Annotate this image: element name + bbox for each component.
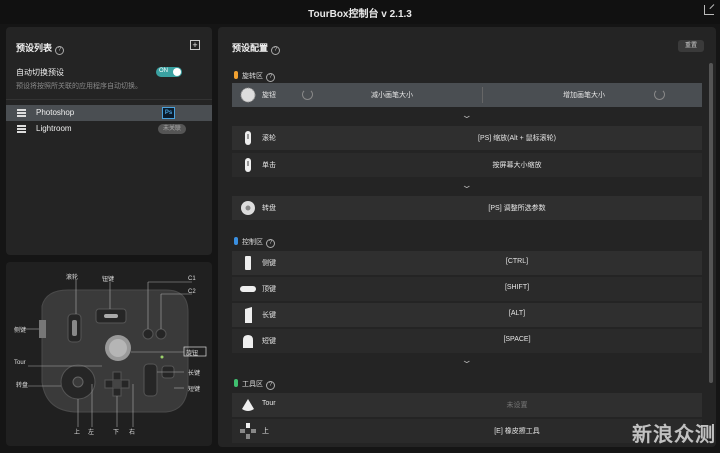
row-label: 顶键 (262, 286, 276, 293)
row-label: 滚轮 (262, 135, 276, 142)
expand-chevron-icon[interactable]: ⌄ (232, 111, 702, 121)
help-icon[interactable]: ? (266, 381, 275, 390)
knob-icon (240, 87, 256, 103)
label-down: 下 (113, 430, 120, 436)
label-short-key: 短键 (188, 387, 201, 393)
row-value[interactable]: [PS] 缩放(Alt + 鼠标滚轮) (332, 133, 702, 143)
row-label: 旋钮 (262, 92, 276, 99)
watermark: 新浪众测 (632, 424, 716, 446)
row-label: Tour (262, 400, 276, 407)
row-knob[interactable]: 旋钮 减小画笔大小 增加画笔大小 (232, 83, 702, 107)
toggle-knob (173, 68, 181, 76)
rotate-cw-icon (654, 89, 665, 100)
row-label: 长键 (262, 312, 276, 319)
row-value[interactable]: [ALT] (332, 310, 702, 317)
section-control: 控制区? (234, 237, 275, 248)
photoshop-app-icon: Ps (162, 107, 175, 119)
label-long-key: 长键 (188, 371, 201, 377)
short-key-icon (243, 335, 253, 348)
device-diagram-panel: 滚轮 钮键 C1 C2 侧键 Tour 转盘 旋钮 长键 短键 上 左 下 右 (6, 262, 212, 446)
dial-icon (241, 201, 255, 215)
label-right: 右 (129, 430, 136, 436)
preset-name: Photoshop (36, 108, 75, 117)
preset-config-panel: 预设配置? 重置 旋转区? 旋钮 减小画笔大小 增加画笔大小 ⌄ 滚轮 [PS]… (218, 27, 716, 447)
help-icon[interactable]: ? (266, 239, 275, 248)
auto-switch-toggle[interactable]: ON (156, 67, 182, 77)
config-title: 预设配置? (232, 41, 281, 55)
top-key-icon (240, 286, 256, 292)
preset-list-title: 预设列表? (16, 41, 65, 55)
expand-chevron-icon[interactable]: ⌄ (232, 356, 702, 366)
label-left: 左 (88, 430, 95, 436)
label-dial: 转盘 (16, 383, 29, 389)
label-top-key: 钮键 (102, 277, 115, 283)
row-label: 单击 (262, 162, 276, 169)
help-icon[interactable]: ? (55, 46, 65, 55)
exit-icon[interactable] (704, 5, 714, 15)
label-c1: C1 (188, 276, 196, 282)
section-color-dot (234, 71, 238, 79)
help-icon[interactable]: ? (271, 46, 281, 55)
row-scroll[interactable]: 滚轮 [PS] 缩放(Alt + 鼠标滚轮) (232, 126, 702, 150)
scroll-click-icon (245, 158, 251, 172)
section-color-dot (234, 237, 238, 245)
long-key-icon (245, 307, 252, 323)
toggle-label: ON (159, 68, 168, 74)
row-dial[interactable]: 转盘 [PS] 调整所选参数 (232, 196, 702, 220)
title-bar: TourBox控制台 v 2.1.3 (0, 0, 720, 24)
menu-icon[interactable] (17, 125, 26, 133)
preset-item-photoshop[interactable]: Photoshop Ps (6, 105, 212, 121)
row-tour[interactable]: Tour 未设置 (232, 393, 702, 417)
section-tools: 工具区? (234, 379, 275, 390)
row-side-key[interactable]: 侧键 [CTRL] (232, 251, 702, 275)
row-label: 短键 (262, 338, 276, 345)
row-value[interactable]: [SHIFT] (332, 284, 702, 291)
row-value[interactable]: 未设置 (332, 400, 702, 410)
row-value[interactable]: 按屏幕大小缩放 (332, 160, 702, 170)
row-label: 上 (262, 428, 269, 435)
row-value[interactable]: [PS] 调整所选参数 (332, 203, 702, 213)
preset-name: Lightroom (36, 124, 72, 133)
row-long-key[interactable]: 长键 [ALT] (232, 303, 702, 327)
dpad-icon (240, 423, 256, 439)
row-short-key[interactable]: 短键 [SPACE] (232, 329, 702, 353)
scroll-wheel-icon (245, 131, 251, 145)
row-click[interactable]: 单击 按屏幕大小缩放 (232, 153, 702, 177)
help-icon[interactable]: ? (266, 73, 275, 82)
section-rotation: 旋转区? (234, 71, 275, 82)
divider (482, 87, 483, 103)
label-knob: 旋钮 (186, 351, 199, 357)
side-key-icon (245, 256, 251, 270)
add-preset-button[interactable]: + (190, 40, 200, 50)
window-title: TourBox控制台 v 2.1.3 (308, 9, 412, 20)
divider (6, 99, 212, 100)
expand-chevron-icon[interactable]: ⌄ (232, 181, 702, 191)
preset-item-lightroom[interactable]: Lightroom 未关联 (6, 121, 212, 137)
auto-switch-description: 预设将按照所关联的应用程序自动切换。 (16, 83, 142, 90)
tour-button-icon (242, 399, 254, 411)
row-top-key[interactable]: 顶键 [SHIFT] (232, 277, 702, 301)
row-value[interactable]: [CTRL] (332, 258, 702, 265)
label-side-key: 侧键 (14, 328, 27, 334)
unlinked-badge: 未关联 (158, 124, 186, 134)
reset-button[interactable]: 重置 (678, 40, 704, 52)
auto-switch-label: 自动切换预设 (16, 68, 64, 77)
knob-left-action[interactable]: 减小画笔大小 (302, 90, 482, 100)
label-scroll: 滚轮 (66, 275, 79, 281)
menu-icon[interactable] (17, 109, 26, 117)
section-color-dot (234, 379, 238, 387)
preset-list-panel: 预设列表? + 自动切换预设 ON 预设将按照所关联的应用程序自动切换。 Pho… (6, 27, 212, 255)
label-up: 上 (74, 430, 81, 436)
label-tour: Tour (14, 360, 26, 366)
row-value[interactable]: [SPACE] (332, 336, 702, 343)
label-c2: C2 (188, 289, 196, 295)
row-label: 转盘 (262, 205, 276, 212)
tourbox-device-illustration (26, 280, 207, 427)
row-label: 侧键 (262, 260, 276, 267)
scrollbar[interactable] (709, 63, 713, 383)
